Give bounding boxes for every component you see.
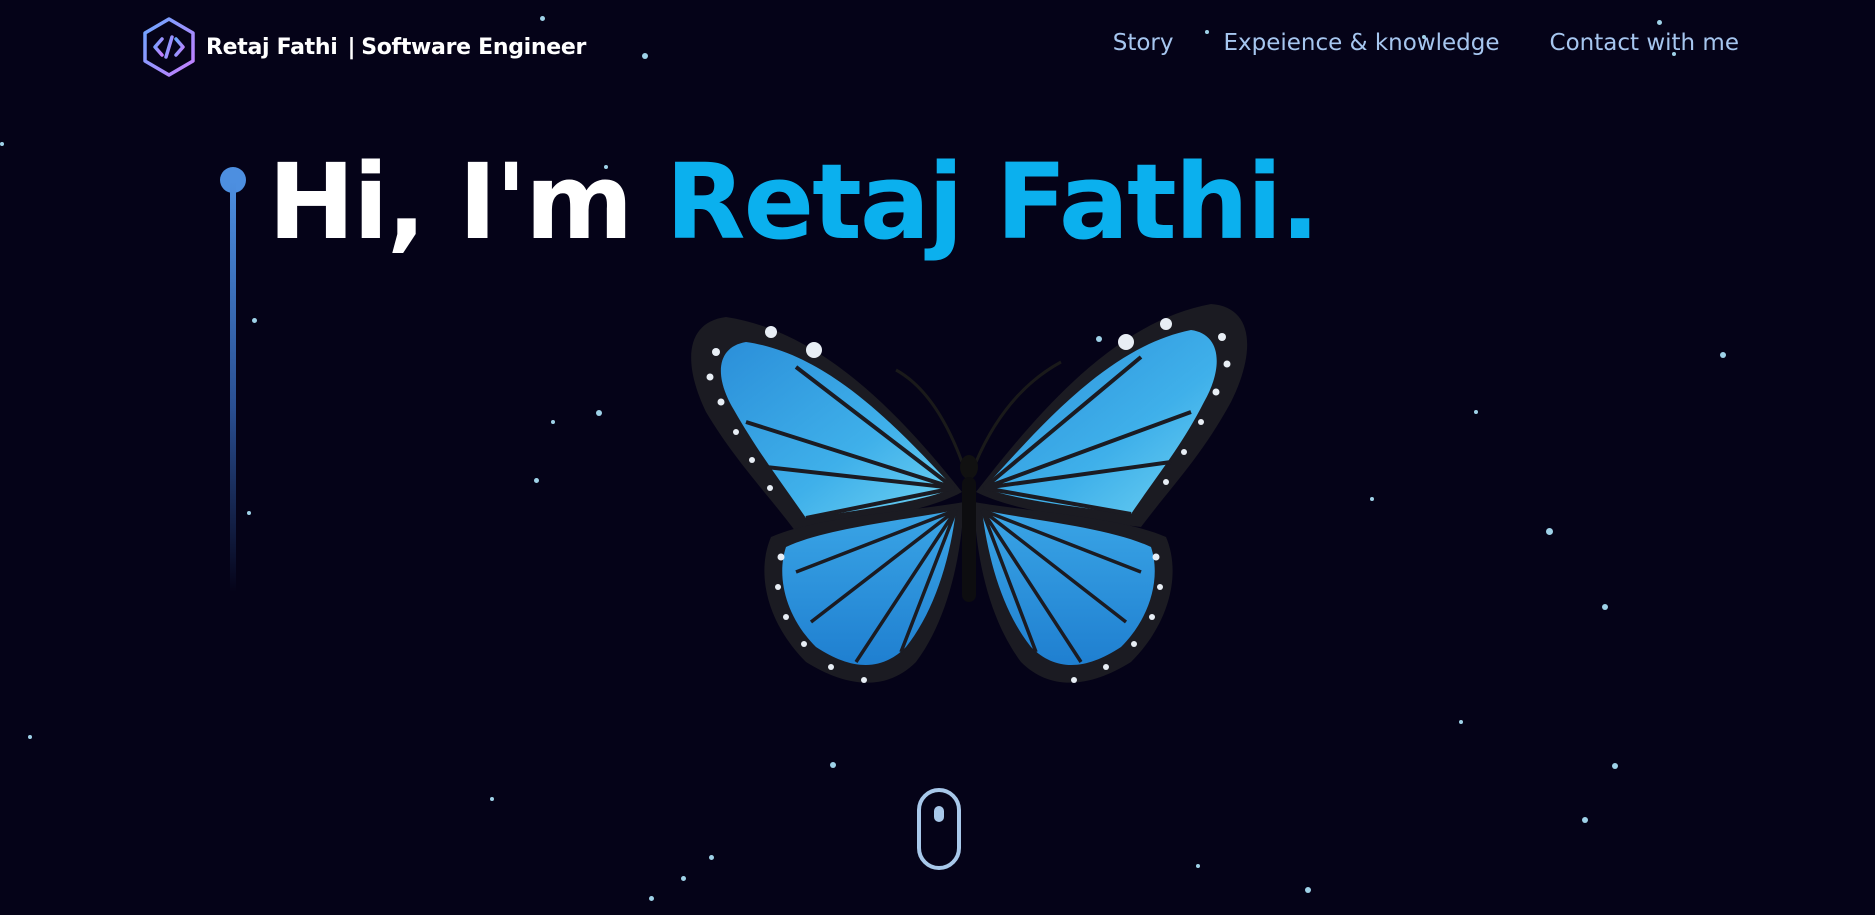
star [1370, 497, 1374, 501]
star [642, 53, 648, 59]
hero-name: Retaj Fathi. [665, 141, 1320, 263]
star [1546, 528, 1553, 535]
code-hexagon-icon [143, 17, 195, 77]
star [1196, 864, 1200, 868]
star [649, 896, 654, 901]
star [1474, 410, 1478, 414]
star [709, 855, 714, 860]
portfolio-page: Retaj Fathi | Software Engineer Story Expe… [0, 0, 1875, 915]
star [252, 318, 257, 323]
star [681, 876, 686, 881]
star [534, 478, 539, 483]
star [1612, 763, 1618, 769]
brand-title: Retaj Fathi | Software Engineer [206, 35, 586, 60]
main-nav: Story Expeience & knowledge Contact with… [1113, 30, 1739, 56]
nav-link-experience[interactable]: Expeience & knowledge [1223, 30, 1499, 56]
brand-separator: | [347, 34, 356, 60]
timeline-line [230, 182, 236, 592]
star [1602, 604, 1608, 610]
star [830, 762, 836, 768]
brand-logo-link[interactable]: Retaj Fathi | Software Engineer [142, 16, 586, 78]
star [28, 735, 32, 739]
star [0, 142, 4, 146]
nav-link-story[interactable]: Story [1113, 30, 1174, 56]
star [1305, 887, 1311, 893]
scroll-down-button[interactable] [917, 788, 961, 870]
mouse-scroll-icon [934, 806, 944, 822]
star [551, 420, 555, 424]
brand-name: Retaj Fathi [206, 34, 338, 60]
brand-role: Software Engineer [361, 34, 587, 60]
star [1657, 20, 1662, 25]
hero-greeting: Hi, I'm [268, 141, 633, 263]
butterfly-image [691, 304, 1248, 683]
star [1720, 352, 1726, 358]
star [490, 797, 494, 801]
star [247, 511, 251, 515]
star [1582, 817, 1588, 823]
star [596, 410, 602, 416]
hero-heading: Hi, I'm Retaj Fathi. [268, 150, 1320, 254]
nav-link-contact[interactable]: Contact with me [1550, 30, 1739, 56]
star [1459, 720, 1463, 724]
